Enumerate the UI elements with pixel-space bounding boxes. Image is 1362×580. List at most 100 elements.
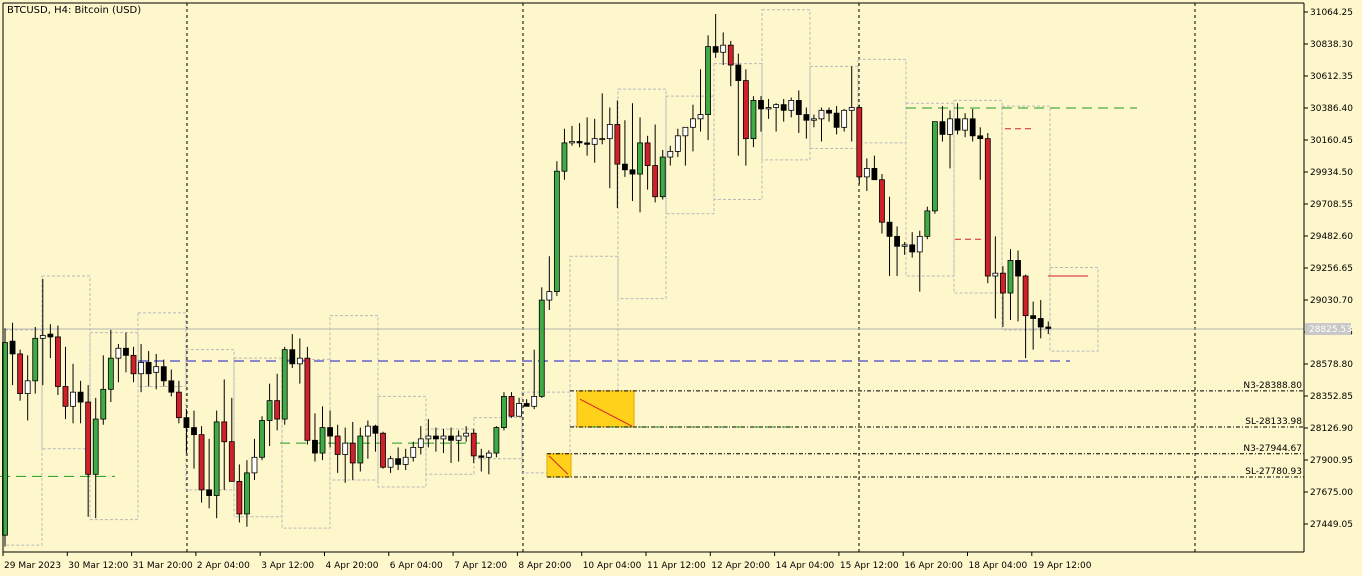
candle-body	[470, 432, 477, 457]
candle-body	[538, 299, 545, 397]
candle-body	[962, 118, 969, 131]
candle-body	[727, 44, 734, 66]
y-tick-label: 29934.50	[1310, 168, 1353, 178]
candle-body	[304, 357, 311, 441]
level-label: N3-27944.67	[1243, 444, 1302, 454]
candle-body	[924, 210, 931, 237]
y-tick-label: 28578.80	[1310, 360, 1353, 370]
candle-body	[372, 425, 379, 434]
candle-body	[931, 121, 938, 212]
candle-body	[387, 458, 394, 468]
x-tick-label: 15 Apr 12:00	[840, 561, 899, 571]
y-tick-label: 28352.85	[1310, 392, 1353, 402]
candle-body	[871, 167, 878, 181]
candle-body	[690, 118, 696, 128]
y-tick-label: 27449.05	[1310, 520, 1353, 530]
candle-body	[55, 336, 61, 387]
candle-body	[123, 347, 129, 356]
candle-body	[863, 167, 870, 178]
candle-body	[894, 235, 900, 247]
candle-body	[584, 142, 591, 145]
x-tick-label: 31 Mar 20:00	[133, 561, 193, 571]
candle-body	[561, 142, 568, 172]
candle-body	[281, 349, 288, 420]
candle-body	[440, 435, 447, 440]
x-tick-label: 12 Apr 20:00	[711, 561, 770, 571]
x-tick-label: 30 Mar 12:00	[68, 561, 128, 571]
candle-body	[100, 388, 107, 420]
candle-body	[848, 107, 855, 111]
candle-body	[886, 221, 893, 237]
candle-body	[954, 118, 961, 131]
candle-body	[667, 150, 674, 158]
candle-body	[433, 435, 439, 440]
candle-body	[425, 435, 432, 440]
candle-body	[77, 391, 84, 403]
x-tick-label: 2 Apr 04:00	[197, 561, 250, 571]
candle-body	[758, 100, 764, 110]
candle-body	[508, 396, 515, 417]
candle-body	[546, 291, 553, 301]
candle-body	[811, 118, 817, 121]
candle-body	[259, 420, 265, 458]
level-label: SL-28133.98	[1245, 417, 1302, 427]
x-tick-label: 18 Apr 04:00	[969, 561, 1028, 571]
candlestick-chart[interactable]: 31064.25 30838.30 30612.35 30386.40 30160.45…	[0, 0, 1362, 576]
y-tick-label: 30612.35	[1310, 72, 1353, 82]
x-tick-label: 7 Apr 12:00	[454, 561, 507, 571]
candle-body	[266, 400, 273, 421]
y-tick-label: 30838.30	[1310, 40, 1353, 50]
x-tick-label: 14 Apr 04:00	[776, 561, 835, 571]
candle-body	[1000, 272, 1006, 294]
candle-body	[62, 386, 69, 407]
candle-body	[977, 135, 984, 140]
candle-body	[803, 114, 810, 121]
candle-body	[485, 452, 492, 458]
candle-body	[576, 141, 583, 144]
y-tick-label: 27900.95	[1310, 456, 1353, 466]
candle-body	[17, 353, 24, 394]
y-tick-label: 31064.25	[1310, 8, 1353, 18]
candle-body	[168, 380, 175, 393]
candle-body	[115, 347, 122, 359]
x-tick-label: 29 Mar 2023	[4, 561, 61, 571]
candle-body	[153, 366, 160, 373]
candle-body	[402, 456, 409, 465]
candle-body	[659, 156, 666, 198]
candle-body	[516, 403, 522, 417]
candle-body	[228, 441, 235, 482]
x-tick-label: 11 Apr 12:00	[647, 561, 706, 571]
candle-body	[879, 179, 885, 223]
y-tick-label: 29030.70	[1310, 296, 1353, 306]
y-tick-label: 30160.45	[1310, 136, 1353, 146]
y-tick-label: 27675.00	[1310, 488, 1353, 498]
candle-body	[916, 235, 923, 253]
candle-body	[274, 400, 281, 420]
candle-body	[410, 446, 417, 458]
candle-body	[92, 418, 99, 475]
candle-body	[198, 434, 205, 491]
candle-body	[637, 142, 643, 175]
candle-body	[213, 421, 220, 496]
candle-body	[349, 442, 356, 464]
candle-body	[591, 138, 598, 145]
candle-body	[742, 80, 749, 140]
buy-zone-upper	[576, 390, 635, 428]
candle-body	[614, 124, 621, 165]
chart-window[interactable]: 31064.25 30838.30 30612.35 30386.40 30160.45…	[0, 0, 1362, 576]
current-price-label: 28825.53	[1309, 325, 1352, 335]
level-label: N3-28388.80	[1243, 381, 1302, 391]
candle-body	[85, 401, 92, 475]
candle-body	[947, 118, 953, 135]
candle-body	[334, 435, 341, 455]
candle-body	[780, 104, 787, 111]
x-tick-label: 3 Apr 12:00	[261, 561, 314, 571]
candle-body	[569, 141, 575, 144]
candle-body	[531, 396, 538, 407]
candle-body	[357, 435, 364, 464]
candle-body	[183, 417, 190, 428]
candle-body	[493, 427, 500, 454]
candle-body	[39, 335, 46, 339]
candle-body	[32, 337, 39, 382]
candle-body	[107, 357, 114, 390]
